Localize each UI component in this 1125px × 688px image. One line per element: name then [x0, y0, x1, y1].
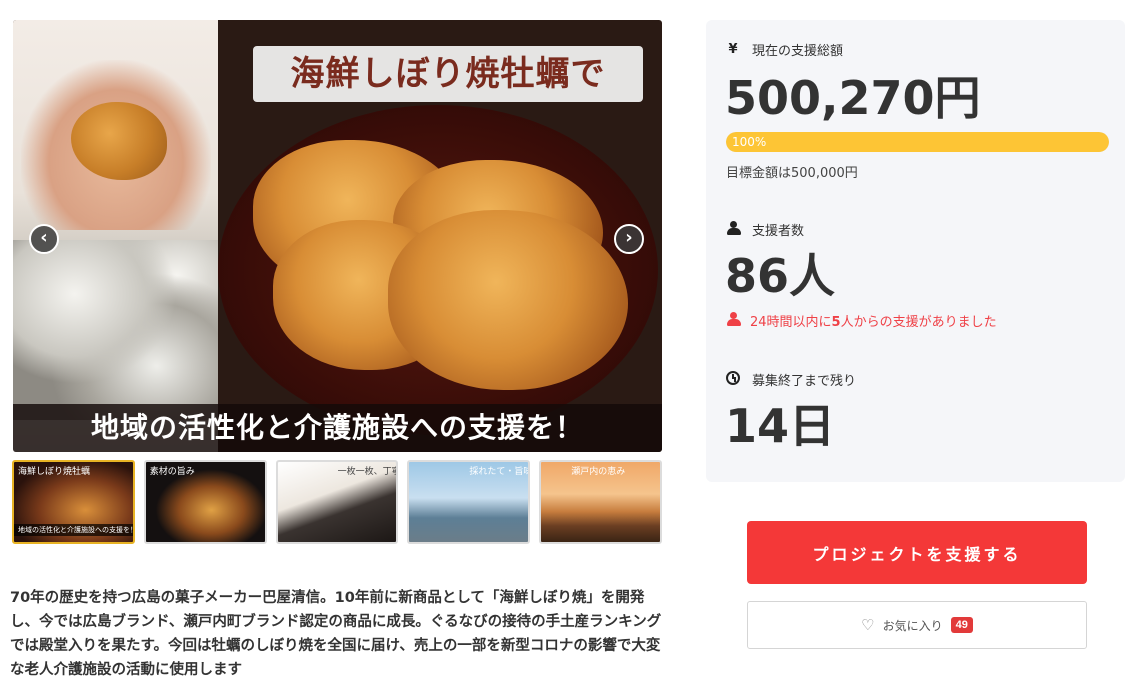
backers-label: 支援者数: [726, 220, 804, 239]
backers-label-text: 支援者数: [752, 224, 805, 239]
main-project-image[interactable]: 海鮮しぼり焼牡蠣で 地域の活性化と介護施設への支援を！: [13, 20, 662, 452]
favorite-count-badge: 49: [950, 617, 973, 633]
next-image-button[interactable]: ›: [614, 224, 644, 254]
prev-image-button[interactable]: ‹: [29, 224, 59, 254]
thumbnail-5[interactable]: 瀬戸内の恵み: [539, 460, 662, 544]
total-amount-value: 500,270円: [725, 71, 981, 125]
funding-progress-bar: 100%: [726, 132, 1109, 152]
heart-icon: ♡: [861, 616, 875, 634]
thumbnail-strip: 海鮮しぼり焼牡蠣 地域の活性化と介護施設への支援を！ 素材の旨み 一枚一枚、丁寧…: [12, 460, 662, 546]
remaining-label-text: 募集終了まで残り: [752, 374, 857, 389]
project-description: 70年の歴史を持つ広島の菓子メーカー巴屋清信。10年前に新商品として「海鮮しぼり…: [10, 590, 662, 678]
yen-icon: ¥: [728, 42, 738, 57]
thumbnail-2[interactable]: 素材の旨み: [143, 460, 267, 544]
thumbnail-caption: 素材の旨み: [149, 467, 195, 477]
recent-suffix: 人からの支援がありました: [840, 315, 997, 330]
thumbnail-caption: 海鮮しぼり焼牡蠣: [18, 467, 91, 477]
remaining-value: 14日: [725, 399, 836, 453]
oysters-graphic: [13, 240, 218, 420]
recent-backers-notice: 24時間以内に5人からの支援がありました: [726, 311, 997, 330]
title-overlay-text: 海鮮しぼり焼牡蠣で: [290, 54, 606, 94]
support-project-button[interactable]: プロジェクトを支援する: [747, 521, 1087, 584]
recent-count: 5: [831, 315, 841, 330]
thumbnail-4[interactable]: 採れたて・旨味: [407, 460, 531, 544]
total-amount-label: ¥ 現在の支援総額: [726, 40, 843, 59]
user-alert-icon: [726, 311, 744, 330]
thumbnail-caption: 瀬戸内の恵み: [571, 467, 626, 477]
thumbnail-caption: 一枚一枚、丁寧に: [337, 467, 397, 477]
goal-amount: 目標金額は500,000円: [726, 166, 858, 181]
funding-progress-label: 100%: [732, 135, 767, 149]
favorite-button[interactable]: ♡ お気に入り 49: [747, 601, 1087, 649]
clock-icon: [726, 370, 740, 389]
recent-prefix: 24時間以内に: [750, 315, 832, 330]
backers-value: 86人: [725, 249, 836, 303]
thumbnail-3[interactable]: 一枚一枚、丁寧に: [275, 460, 399, 544]
thumbnail-1[interactable]: 海鮮しぼり焼牡蠣 地域の活性化と介護施設への支援を！: [12, 460, 135, 544]
cracker-graphic: [388, 210, 628, 390]
remaining-label: 募集終了まで残り: [726, 370, 856, 389]
bottom-overlay-text: 地域の活性化と介護施設への支援を！: [90, 411, 584, 444]
favorite-label: お気に入り: [882, 618, 943, 633]
users-icon: [726, 220, 741, 239]
total-amount-label-text: 現在の支援総額: [752, 44, 844, 59]
thumbnail-footer: 地域の活性化と介護施設への支援を！: [18, 526, 135, 534]
funding-progress-fill: [726, 132, 1109, 152]
stats-panel: ¥ 現在の支援総額 500,270円 100% 目標金額は500,000円 支援…: [706, 20, 1125, 482]
thumbnail-caption: 採れたて・旨味: [469, 467, 531, 477]
